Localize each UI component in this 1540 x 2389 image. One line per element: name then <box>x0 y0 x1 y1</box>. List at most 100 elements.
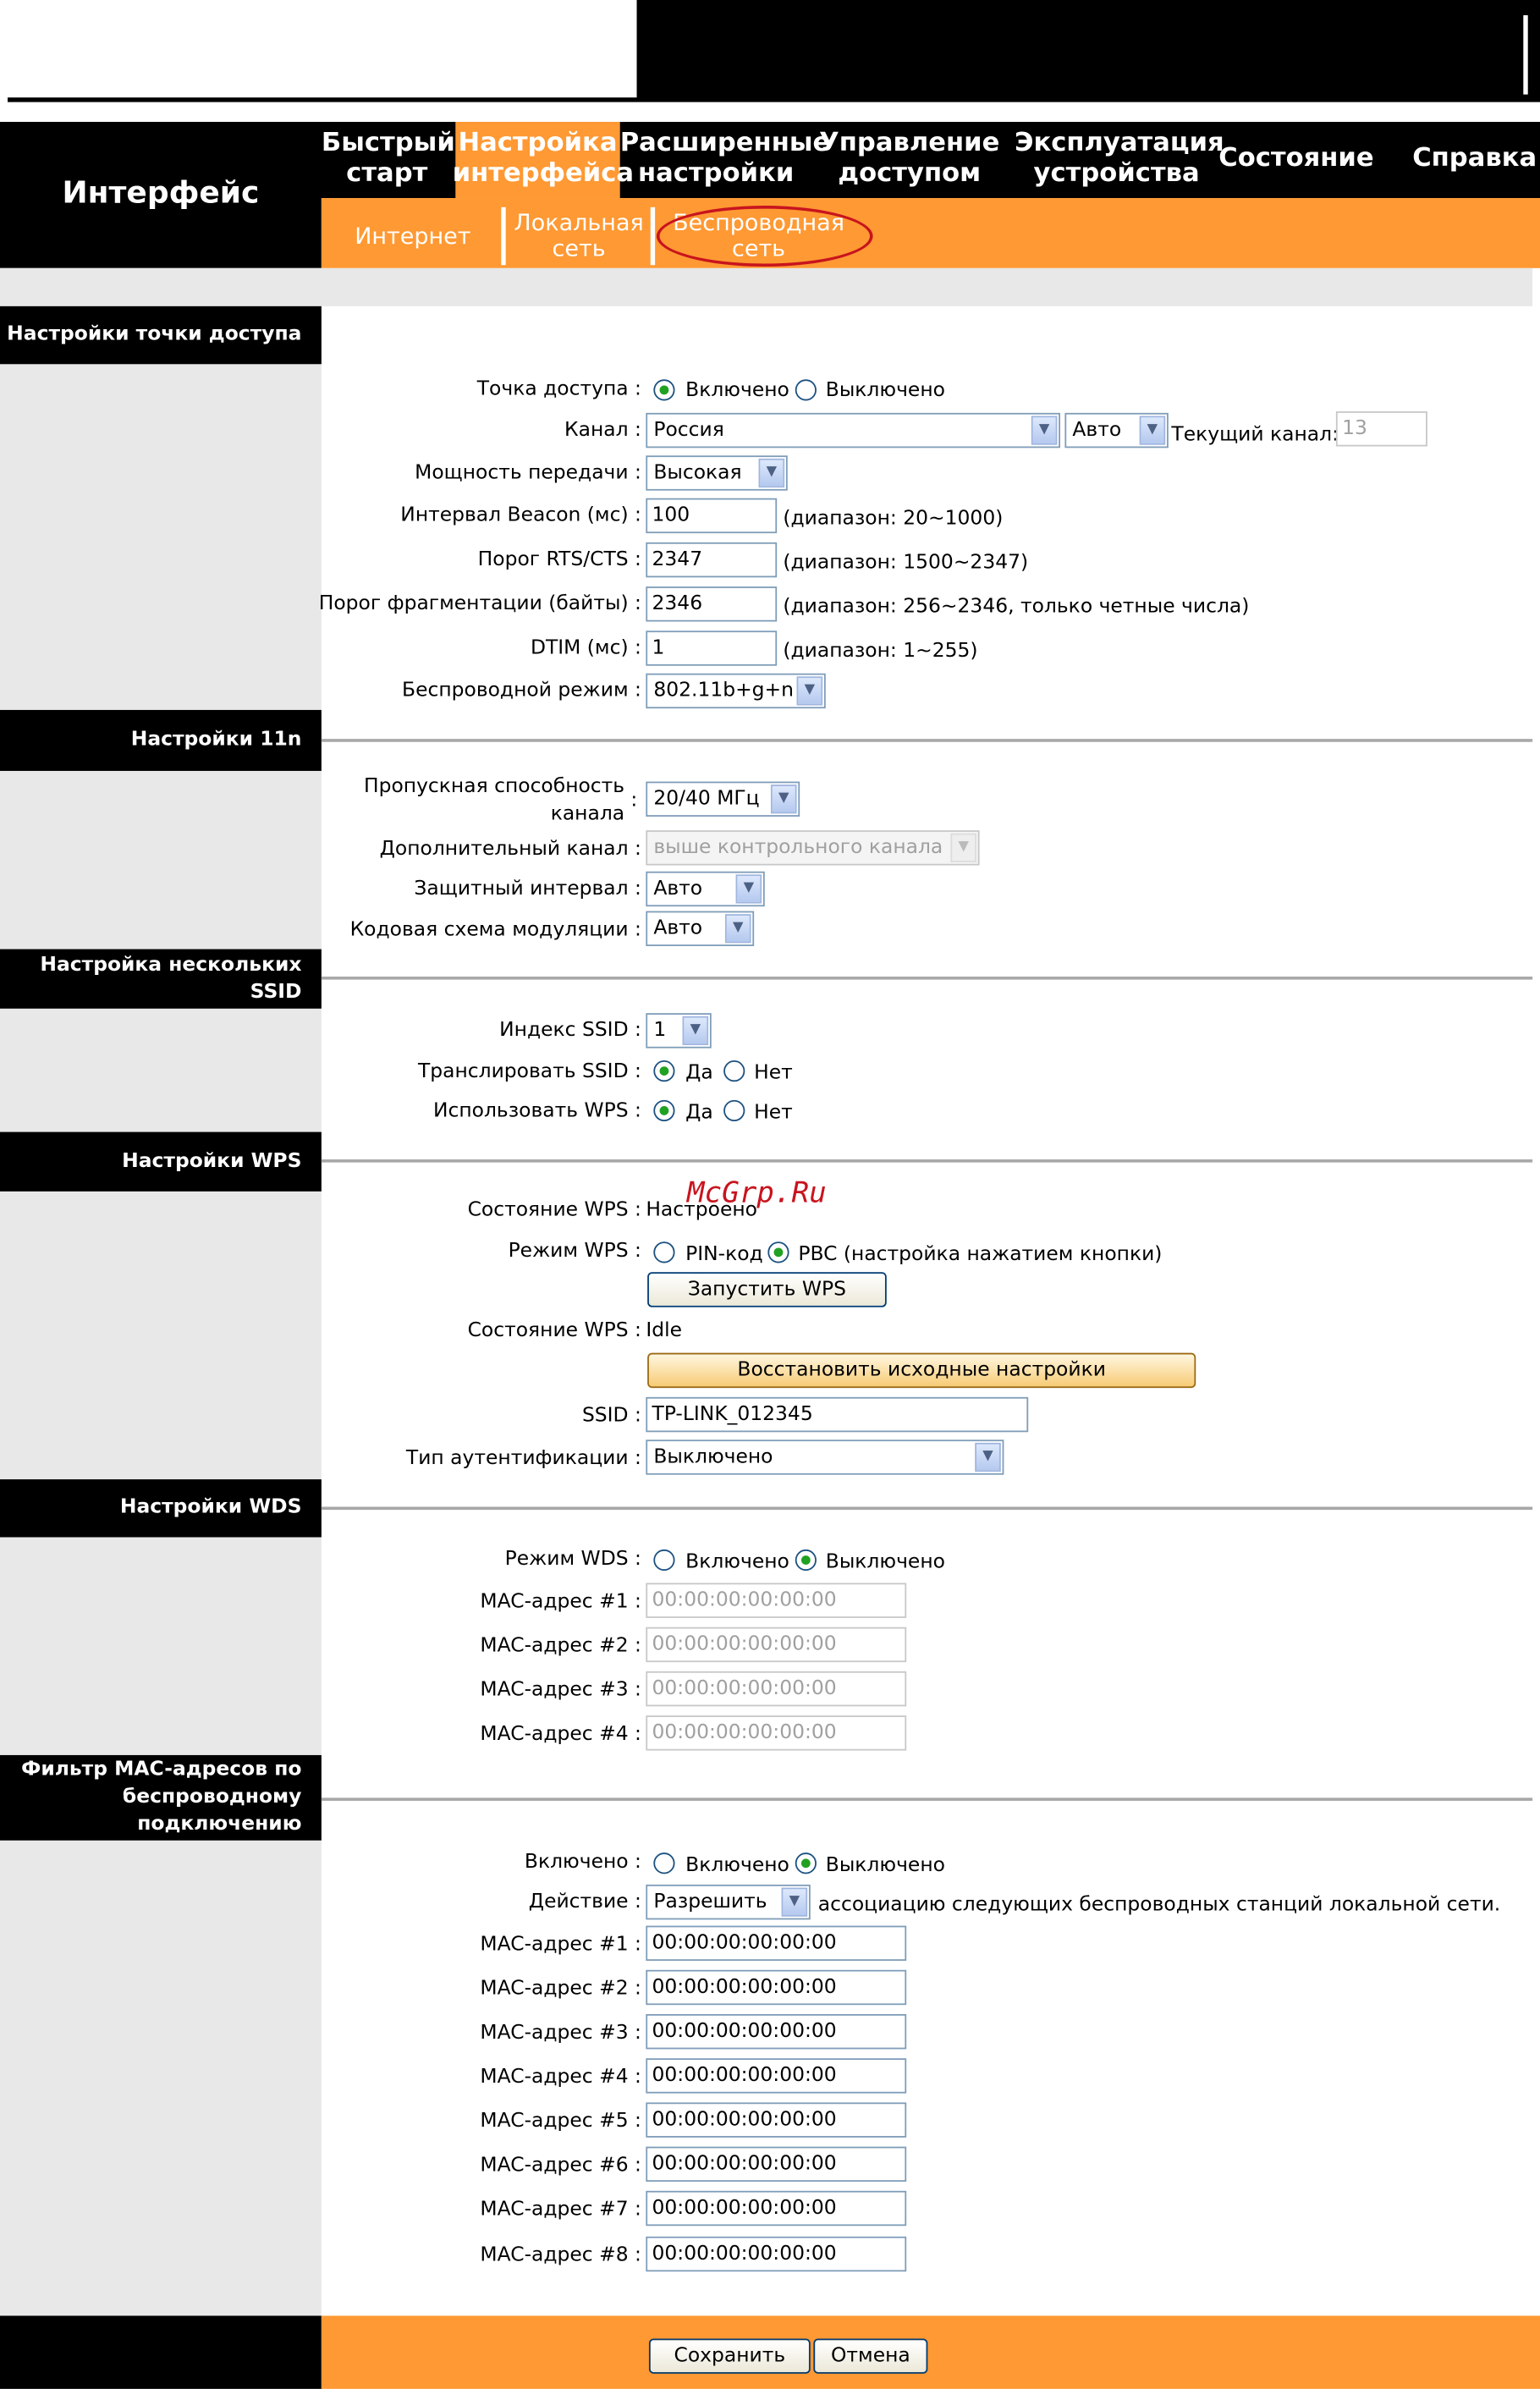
wds-mode-label: Режим WDS : <box>504 1548 641 1572</box>
section-divider <box>321 1506 1533 1511</box>
top-banner <box>636 0 1540 100</box>
filter-mac-input[interactable]: 00:00:00:00:00:00 <box>646 2102 907 2138</box>
wds-on-radio[interactable] <box>653 1549 675 1572</box>
save-button[interactable]: Сохранить <box>648 2338 811 2374</box>
wds-mac-label: MAC-адрес #3 : <box>480 1678 641 1702</box>
wps-pin-label: PIN-код <box>685 1243 763 1267</box>
filter-mac-input[interactable]: 00:00:00:00:00:00 <box>646 2058 907 2094</box>
subtab-lan[interactable]: Локальная сеть <box>507 210 650 261</box>
section-ap-settings: Настройки точки доступа <box>0 306 322 365</box>
broadcast-yes-radio[interactable] <box>653 1060 675 1082</box>
filter-enabled-label: Включено : <box>524 1851 641 1874</box>
tab-maintenance[interactable]: Эксплуатация устройства <box>1015 128 1224 189</box>
filter-off-label: Выключено <box>825 1853 945 1877</box>
chevron-down-icon: ▼ <box>682 1016 709 1046</box>
wps-mode-label: Режим WPS : <box>508 1240 641 1263</box>
filter-mac-input[interactable]: 00:00:00:00:00:00 <box>646 2146 907 2183</box>
beacon-label: Интервал Beacon (мс) : <box>400 504 641 527</box>
tab-quick-start[interactable]: Быстрый старт <box>322 128 455 189</box>
guard-interval-select[interactable]: Авто ▼ <box>646 871 765 907</box>
chevron-down-icon: ▼ <box>758 458 785 488</box>
restore-defaults-button[interactable]: Восстановить исходные настройки <box>647 1352 1196 1389</box>
chevron-down-icon: ▼ <box>770 784 797 814</box>
auth-type-label: Тип аутентификации : <box>405 1447 641 1471</box>
current-channel-label: Текущий канал: <box>1171 423 1339 447</box>
frag-input[interactable]: 2346 <box>646 586 778 622</box>
filter-off-radio[interactable] <box>795 1852 817 1874</box>
ap-on-radio[interactable] <box>653 379 675 401</box>
filter-mac-label: MAC-адрес #3 : <box>480 2021 641 2045</box>
router-settings-page: Интерфейс Быстрый старт Настройка интерфей… <box>0 0 1540 2389</box>
filter-action-label: Действие : <box>528 1891 641 1914</box>
wps-status-value: Idle <box>646 1319 682 1343</box>
wireless-mode-label: Беспроводной режим : <box>402 679 641 702</box>
filter-mac-input[interactable]: 00:00:00:00:00:00 <box>646 2236 907 2272</box>
wds-off-radio[interactable] <box>795 1549 817 1572</box>
channel-select[interactable]: Россия ▼ <box>646 412 1061 449</box>
filter-mac-input[interactable]: 00:00:00:00:00:00 <box>646 2190 907 2227</box>
wds-mac-input[interactable]: 00:00:00:00:00:00 <box>646 1627 907 1663</box>
bandwidth-select[interactable]: 20/40 МГц ▼ <box>646 781 800 817</box>
power-label: Мощность передачи : <box>415 461 641 485</box>
wds-mac-input[interactable]: 00:00:00:00:00:00 <box>646 1583 907 1618</box>
wps-pbc-radio[interactable] <box>767 1241 789 1263</box>
power-select[interactable]: Высокая ▼ <box>646 455 788 491</box>
rts-input[interactable]: 2347 <box>646 542 778 578</box>
use-wps-no-radio[interactable] <box>723 1099 745 1122</box>
section-multi-ssid: Настройка нескольких SSID <box>0 949 322 1009</box>
top-banner-divider <box>1523 15 1528 95</box>
ap-off-radio[interactable] <box>795 379 817 401</box>
wps-pbc-label: PBC (настройка нажатием кнопки) <box>798 1243 1163 1267</box>
wds-mac-label: MAC-адрес #1 : <box>480 1590 641 1614</box>
tab-help[interactable]: Справка <box>1409 143 1540 173</box>
channel-auto-select[interactable]: Авто ▼ <box>1064 412 1169 449</box>
highlight-ellipse <box>656 206 873 267</box>
wireless-mode-select[interactable]: 802.11b+g+n ▼ <box>646 673 826 709</box>
wps-state-label: Состояние WPS : <box>467 1198 641 1222</box>
chevron-down-icon: ▼ <box>1139 416 1166 445</box>
wps-ssid-label: SSID : <box>581 1404 641 1428</box>
filter-mac-input[interactable]: 00:00:00:00:00:00 <box>646 1925 907 1961</box>
cancel-button[interactable]: Отмена <box>813 2338 928 2374</box>
mcs-label: Кодовая схема модуляции : <box>349 918 641 942</box>
subtab-divider <box>501 206 506 266</box>
tab-advanced[interactable]: Расширенные настройки <box>620 128 831 189</box>
filter-mac-label: MAC-адрес #8 : <box>480 2243 641 2267</box>
filter-on-label: Включено <box>685 1853 789 1877</box>
section-divider <box>321 739 1533 742</box>
sidebar <box>0 267 322 2316</box>
mcs-select[interactable]: Авто ▼ <box>646 911 755 946</box>
ssid-index-select[interactable]: 1 ▼ <box>646 1013 712 1049</box>
chevron-down-icon: ▼ <box>950 833 976 862</box>
watermark: McGrp.Ru <box>686 1175 827 1210</box>
chevron-down-icon: ▼ <box>781 1887 808 1917</box>
wds-mac-input[interactable]: 00:00:00:00:00:00 <box>646 1671 907 1707</box>
filter-mac-input[interactable]: 00:00:00:00:00:00 <box>646 2013 907 2050</box>
wps-ssid-input[interactable]: TP-LINK_012345 <box>646 1396 1029 1433</box>
auth-type-select[interactable]: Выключено ▼ <box>646 1439 1004 1475</box>
tab-status[interactable]: Состояние <box>1218 143 1373 173</box>
filter-mac-label: MAC-адрес #2 : <box>480 1977 641 2001</box>
dtim-label: DTIM (мс) : <box>530 636 641 660</box>
filter-action-select[interactable]: Разрешить ▼ <box>646 1884 811 1920</box>
filter-on-radio[interactable] <box>653 1852 675 1874</box>
ext-channel-select[interactable]: выше контрольного канала ▼ <box>646 830 980 866</box>
tab-interface-setup[interactable]: Настройка интерфейса <box>453 128 634 189</box>
subtab-internet[interactable]: Интернет <box>344 223 481 250</box>
beacon-input[interactable]: 100 <box>646 498 778 534</box>
wds-mac-input[interactable]: 00:00:00:00:00:00 <box>646 1715 907 1751</box>
section-wds-settings: Настройки WDS <box>0 1479 322 1538</box>
dtim-input[interactable]: 1 <box>646 630 778 666</box>
use-wps-yes-radio[interactable] <box>653 1099 675 1122</box>
chevron-down-icon: ▼ <box>735 874 762 904</box>
dtim-range: (диапазон: 1~255) <box>783 640 978 663</box>
ap-label: Точка доступа : <box>476 377 641 401</box>
footer-left-block <box>0 2315 322 2389</box>
start-wps-button[interactable]: Запустить WPS <box>647 1272 887 1307</box>
broadcast-no-radio[interactable] <box>723 1060 745 1082</box>
footer-bar <box>321 2315 1540 2389</box>
tab-access-control[interactable]: Управление доступом <box>818 128 1001 189</box>
ext-channel-label: Дополнительный канал : <box>379 838 641 861</box>
filter-mac-input[interactable]: 00:00:00:00:00:00 <box>646 1969 907 2006</box>
wps-pin-radio[interactable] <box>653 1241 675 1263</box>
